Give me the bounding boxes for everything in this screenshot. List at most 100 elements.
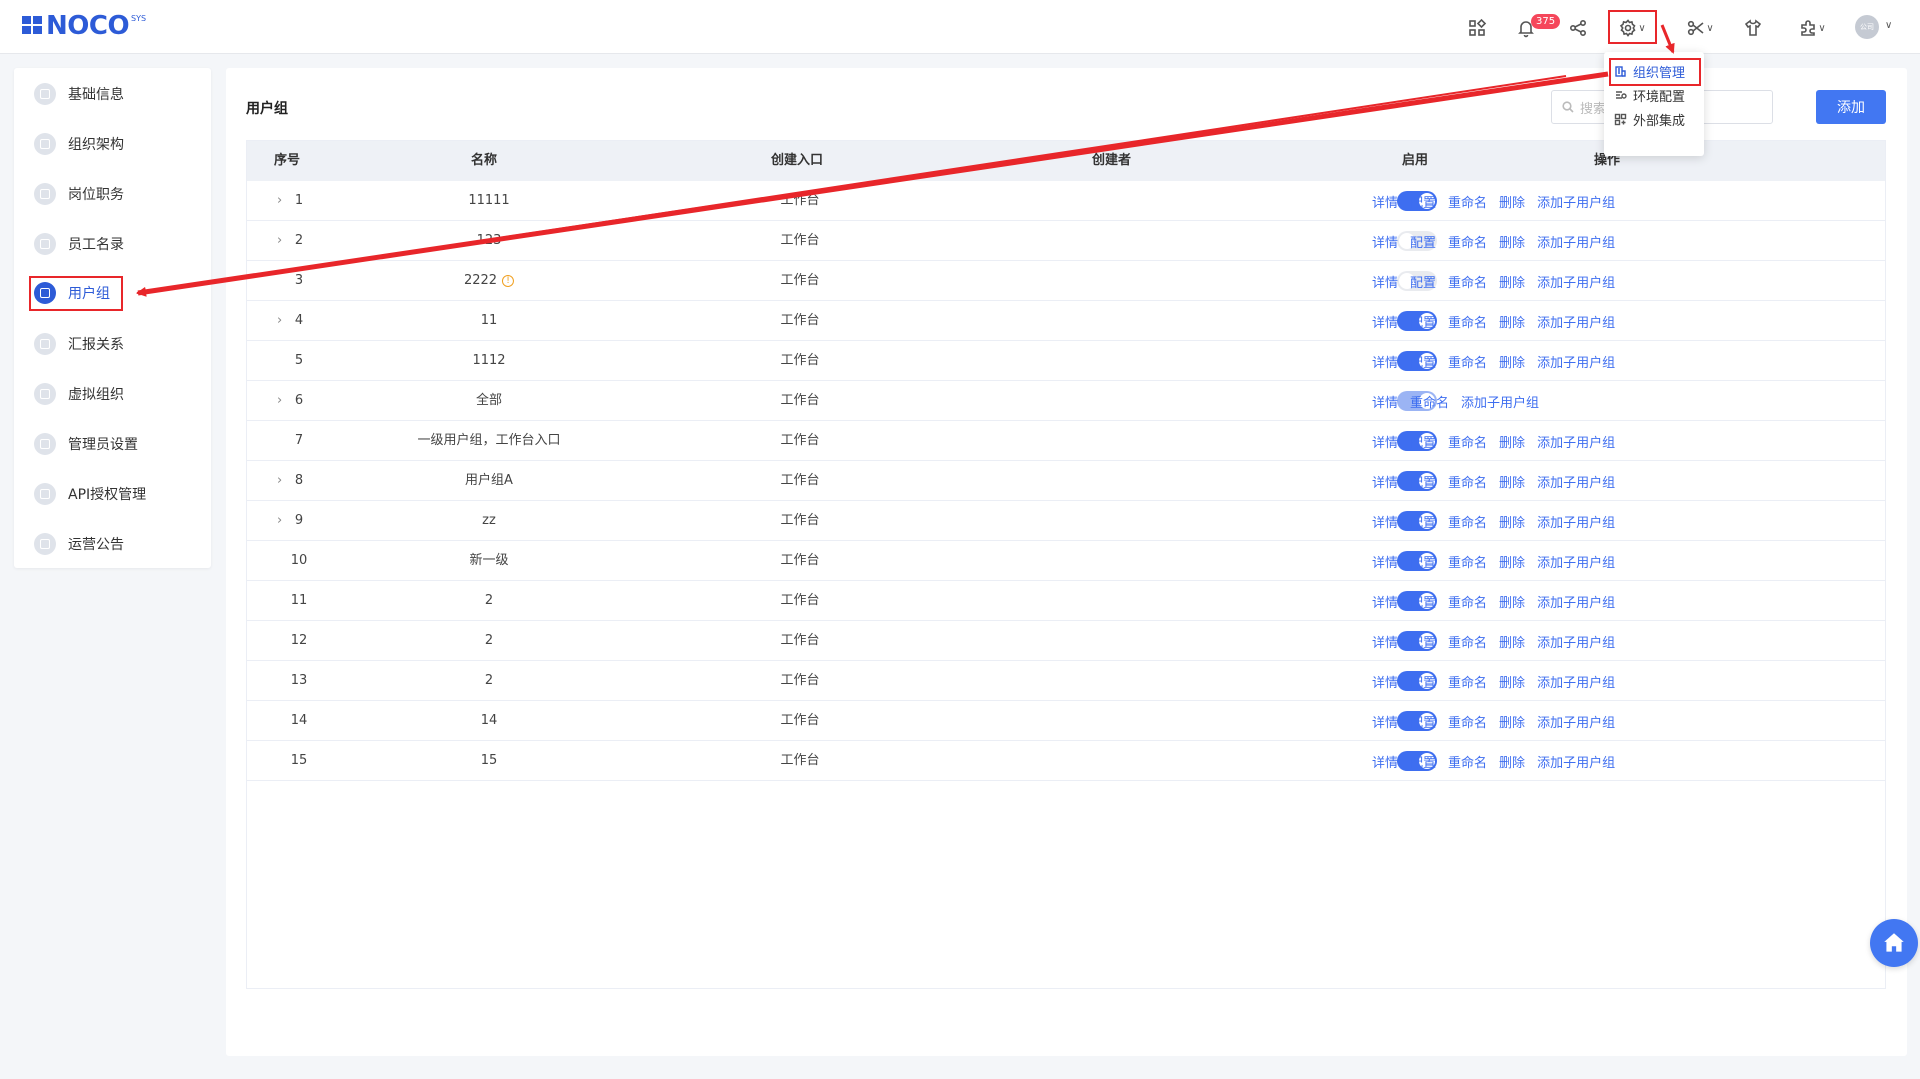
action-detail[interactable]: 详情 [1372, 312, 1398, 331]
add-button[interactable]: 添加 [1816, 90, 1886, 124]
action-delete[interactable]: 删除 [1499, 472, 1525, 491]
action-detail[interactable]: 详情 [1372, 432, 1398, 451]
action-detail[interactable]: 详情 [1372, 552, 1398, 571]
action-delete[interactable]: 删除 [1499, 232, 1525, 251]
action-config[interactable]: 配置 [1410, 432, 1436, 451]
action-config[interactable]: 配置 [1410, 632, 1436, 651]
action-delete[interactable]: 删除 [1499, 352, 1525, 371]
action-rename[interactable]: 重命名 [1448, 672, 1487, 691]
action-add-child[interactable]: 添加子用户组 [1537, 272, 1615, 291]
action-add-child[interactable]: 添加子用户组 [1537, 352, 1615, 371]
action-add-child[interactable]: 添加子用户组 [1537, 512, 1615, 531]
tools-menu-trigger[interactable]: ∨ [1680, 15, 1720, 41]
action-detail[interactable]: 详情 [1372, 272, 1398, 291]
avatar[interactable]: 公司 [1855, 15, 1879, 39]
action-rename[interactable]: 重命名 [1448, 472, 1487, 491]
action-add-child[interactable]: 添加子用户组 [1537, 752, 1615, 771]
action-rename[interactable]: 重命名 [1448, 632, 1487, 651]
sidebar-item-announcements[interactable]: 运营公告 [34, 529, 124, 559]
sidebar-item-admin-settings[interactable]: 管理员设置 [34, 429, 138, 459]
action-config[interactable]: 配置 [1410, 352, 1436, 371]
sidebar-item-basic-info[interactable]: 基础信息 [34, 79, 124, 109]
action-detail[interactable]: 详情 [1372, 632, 1398, 651]
expand-chevron-icon[interactable]: › [277, 181, 282, 221]
share-icon[interactable] [1565, 15, 1591, 41]
action-config[interactable]: 配置 [1410, 512, 1436, 531]
plugin-menu-trigger[interactable]: ∨ [1792, 15, 1832, 41]
action-rename[interactable]: 重命名 [1448, 352, 1487, 371]
action-rename[interactable]: 重命名 [1448, 712, 1487, 731]
action-rename[interactable]: 重命名 [1448, 552, 1487, 571]
action-detail[interactable]: 详情 [1372, 752, 1398, 771]
action-config[interactable]: 配置 [1410, 312, 1436, 331]
action-rename[interactable]: 重命名 [1448, 592, 1487, 611]
expand-chevron-icon[interactable]: › [277, 501, 282, 541]
menu-item-integration[interactable]: 外部集成 [1614, 108, 1685, 130]
sidebar-item-virtual-org[interactable]: 虚拟组织 [34, 379, 124, 409]
action-detail[interactable]: 详情 [1372, 672, 1398, 691]
menu-item-env-config[interactable]: 环境配置 [1614, 84, 1685, 106]
action-config[interactable]: 配置 [1410, 472, 1436, 491]
action-add-child[interactable]: 添加子用户组 [1537, 632, 1615, 651]
action-detail[interactable]: 详情 [1372, 512, 1398, 531]
action-delete[interactable]: 删除 [1499, 432, 1525, 451]
action-detail[interactable]: 详情 [1372, 472, 1398, 491]
action-config[interactable]: 配置 [1410, 552, 1436, 571]
action-add-child[interactable]: 添加子用户组 [1537, 432, 1615, 451]
home-float-button[interactable] [1870, 919, 1918, 967]
sidebar-item-employees[interactable]: 员工名录 [34, 229, 124, 259]
sidebar-item-api-auth[interactable]: API授权管理 [34, 479, 146, 509]
action-config[interactable]: 配置 [1410, 672, 1436, 691]
action-detail[interactable]: 详情 [1372, 232, 1398, 251]
action-config[interactable]: 配置 [1410, 272, 1436, 291]
action-add-child[interactable]: 添加子用户组 [1537, 672, 1615, 691]
action-add-child[interactable]: 添加子用户组 [1537, 592, 1615, 611]
chevron-down-icon[interactable]: ∨ [1885, 20, 1892, 31]
sidebar-item-reporting[interactable]: 汇报关系 [34, 329, 124, 359]
action-add-child[interactable]: 添加子用户组 [1537, 232, 1615, 251]
action-delete[interactable]: 删除 [1499, 672, 1525, 691]
action-detail[interactable]: 详情 [1372, 392, 1398, 411]
action-rename[interactable]: 重命名 [1448, 232, 1487, 251]
action-detail[interactable]: 详情 [1372, 352, 1398, 371]
action-add-child[interactable]: 添加子用户组 [1461, 392, 1539, 411]
action-config[interactable]: 配置 [1410, 712, 1436, 731]
action-rename[interactable]: 重命名 [1448, 272, 1487, 291]
action-add-child[interactable]: 添加子用户组 [1537, 712, 1615, 731]
action-delete[interactable]: 删除 [1499, 592, 1525, 611]
action-delete[interactable]: 删除 [1499, 712, 1525, 731]
apps-grid-icon[interactable] [1464, 15, 1490, 41]
shirt-icon[interactable] [1740, 15, 1766, 41]
action-add-child[interactable]: 添加子用户组 [1537, 312, 1615, 331]
action-config[interactable]: 配置 [1410, 592, 1436, 611]
action-config[interactable]: 配置 [1410, 192, 1436, 211]
action-rename[interactable]: 重命名 [1448, 192, 1487, 211]
action-delete[interactable]: 删除 [1499, 192, 1525, 211]
action-detail[interactable]: 详情 [1372, 592, 1398, 611]
expand-chevron-icon[interactable]: › [277, 381, 282, 421]
action-add-child[interactable]: 添加子用户组 [1537, 472, 1615, 491]
action-detail[interactable]: 详情 [1372, 192, 1398, 211]
action-delete[interactable]: 删除 [1499, 752, 1525, 771]
action-rename[interactable]: 重命名 [1448, 432, 1487, 451]
expand-chevron-icon[interactable]: › [277, 301, 282, 341]
action-config[interactable]: 配置 [1410, 232, 1436, 251]
action-config[interactable]: 配置 [1410, 752, 1436, 771]
action-rename[interactable]: 重命名 [1448, 512, 1487, 531]
action-delete[interactable]: 删除 [1499, 632, 1525, 651]
action-rename[interactable]: 重命名 [1410, 392, 1449, 411]
action-delete[interactable]: 删除 [1499, 552, 1525, 571]
action-add-child[interactable]: 添加子用户组 [1537, 192, 1615, 211]
expand-chevron-icon[interactable]: › [277, 221, 282, 261]
sidebar-item-positions[interactable]: 岗位职务 [34, 179, 124, 209]
sidebar-item-org-structure[interactable]: 组织架构 [34, 129, 124, 159]
action-add-child[interactable]: 添加子用户组 [1537, 552, 1615, 571]
app-logo[interactable]: NOCO SYS [22, 12, 146, 40]
action-rename[interactable]: 重命名 [1448, 312, 1487, 331]
action-detail[interactable]: 详情 [1372, 712, 1398, 731]
expand-chevron-icon[interactable]: › [277, 461, 282, 501]
action-delete[interactable]: 删除 [1499, 312, 1525, 331]
action-delete[interactable]: 删除 [1499, 272, 1525, 291]
action-delete[interactable]: 删除 [1499, 512, 1525, 531]
action-rename[interactable]: 重命名 [1448, 752, 1487, 771]
